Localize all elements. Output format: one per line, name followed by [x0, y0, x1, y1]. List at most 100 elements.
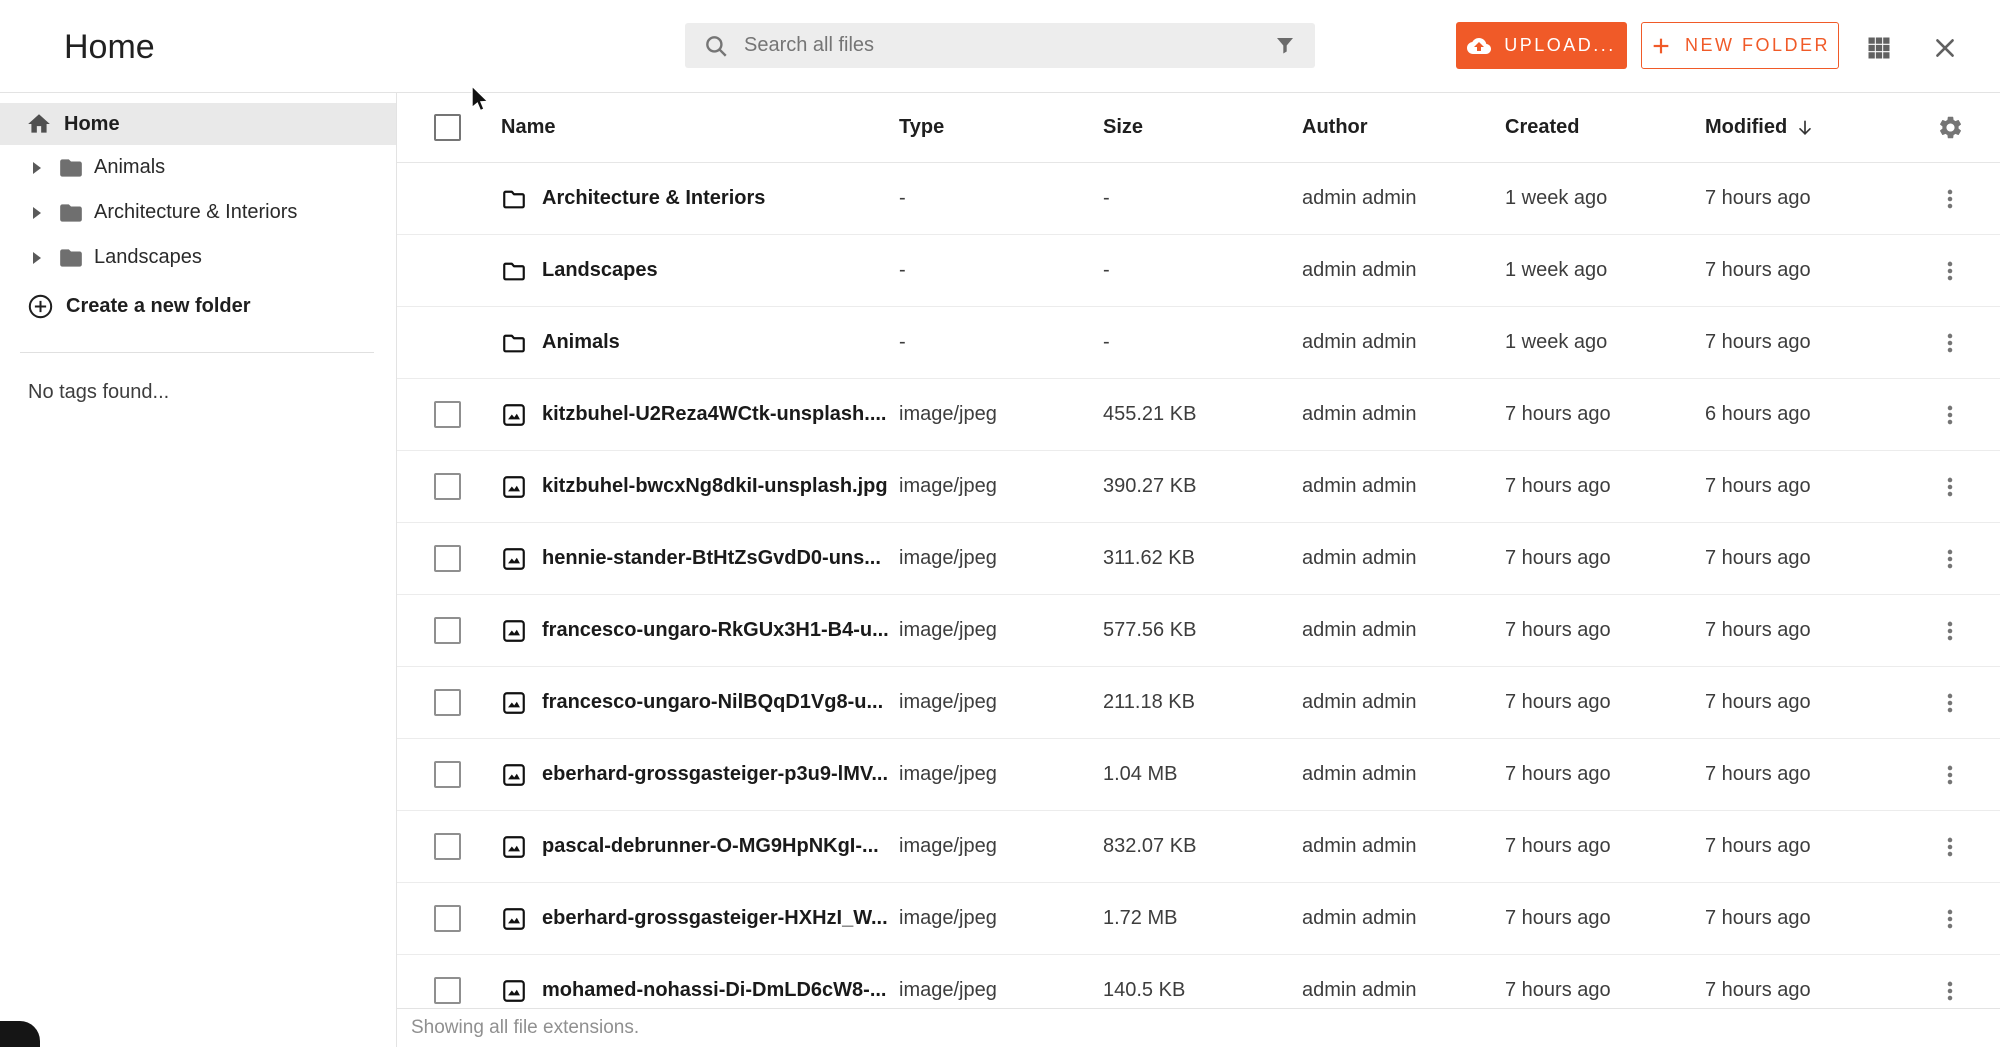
- row-menu-kebab-icon[interactable]: [1937, 834, 1963, 860]
- row-checkbox[interactable]: [434, 545, 461, 572]
- image-file-icon: [501, 978, 527, 1004]
- row-modified: 7 hours ago: [1705, 259, 1900, 282]
- table-row[interactable]: hennie-stander-BtHtZsGvdD0-uns... image/…: [397, 523, 2000, 595]
- table-row[interactable]: eberhard-grossgasteiger-HXHzI_W... image…: [397, 883, 2000, 955]
- grid-view-icon[interactable]: [1864, 33, 1894, 63]
- row-checkbox[interactable]: [434, 401, 461, 428]
- row-size: 311.62 KB: [1103, 547, 1302, 570]
- row-name[interactable]: eberhard-grossgasteiger-p3u9-lMV...: [542, 763, 888, 786]
- column-header-type[interactable]: Type: [899, 116, 1103, 139]
- table-row[interactable]: Landscapes - - admin admin 1 week ago 7 …: [397, 235, 2000, 307]
- upload-button[interactable]: UPLOAD...: [1456, 22, 1627, 69]
- row-checkbox[interactable]: [434, 617, 461, 644]
- search-icon: [703, 33, 729, 59]
- folder-icon: [58, 200, 84, 226]
- row-created: 7 hours ago: [1505, 691, 1705, 714]
- row-name[interactable]: pascal-debrunner-O-MG9HpNKgI-...: [542, 835, 879, 858]
- row-type: -: [899, 259, 1103, 282]
- select-all-checkbox[interactable]: [434, 114, 461, 141]
- table-settings-gear-icon[interactable]: [1900, 114, 2000, 141]
- chevron-right-icon[interactable]: [30, 250, 44, 266]
- table-row[interactable]: francesco-ungaro-NilBQqD1Vg8-u... image/…: [397, 667, 2000, 739]
- row-menu-kebab-icon[interactable]: [1937, 978, 1963, 1004]
- row-name[interactable]: Animals: [542, 331, 620, 354]
- sort-descending-icon: [1795, 118, 1815, 138]
- create-folder-button[interactable]: Create a new folder: [0, 284, 396, 329]
- search-bar[interactable]: [685, 23, 1315, 68]
- row-modified: 7 hours ago: [1705, 475, 1900, 498]
- row-menu-kebab-icon[interactable]: [1937, 690, 1963, 716]
- cloud-upload-icon: [1467, 34, 1491, 58]
- row-menu-kebab-icon[interactable]: [1937, 258, 1963, 284]
- table-header-row: Name Type Size Author Created Modified: [397, 93, 2000, 163]
- row-menu-kebab-icon[interactable]: [1937, 474, 1963, 500]
- table-row[interactable]: francesco-ungaro-RkGUx3H1-B4-u... image/…: [397, 595, 2000, 667]
- row-name[interactable]: francesco-ungaro-NilBQqD1Vg8-u...: [542, 691, 883, 714]
- image-file-icon: [501, 474, 527, 500]
- row-size: 140.5 KB: [1103, 979, 1302, 1002]
- row-checkbox[interactable]: [434, 761, 461, 788]
- row-menu-kebab-icon[interactable]: [1937, 906, 1963, 932]
- chevron-right-icon[interactable]: [30, 160, 44, 176]
- sidebar-item-architecture-interiors[interactable]: Architecture & Interiors: [0, 190, 396, 235]
- row-author: admin admin: [1302, 331, 1505, 354]
- new-folder-button[interactable]: NEW FOLDER: [1641, 22, 1839, 69]
- row-modified: 7 hours ago: [1705, 835, 1900, 858]
- row-name[interactable]: eberhard-grossgasteiger-HXHzI_W...: [542, 907, 888, 930]
- image-file-icon: [501, 618, 527, 644]
- table-row[interactable]: kitzbuhel-U2Reza4WCtk-unsplash.... image…: [397, 379, 2000, 451]
- row-name[interactable]: hennie-stander-BtHtZsGvdD0-uns...: [542, 547, 881, 570]
- home-icon: [26, 111, 52, 137]
- sidebar: Home Animals Architecture & Interiors: [0, 93, 397, 1047]
- row-size: -: [1103, 259, 1302, 282]
- row-menu-kebab-icon[interactable]: [1937, 618, 1963, 644]
- column-header-size[interactable]: Size: [1103, 116, 1302, 139]
- column-header-name[interactable]: Name: [501, 116, 899, 139]
- column-header-author[interactable]: Author: [1302, 116, 1505, 139]
- table-row[interactable]: Architecture & Interiors - - admin admin…: [397, 163, 2000, 235]
- row-name[interactable]: francesco-ungaro-RkGUx3H1-B4-u...: [542, 619, 889, 642]
- row-created: 7 hours ago: [1505, 475, 1705, 498]
- table-row[interactable]: kitzbuhel-bwcxNg8dkiI-unsplash.jpg image…: [397, 451, 2000, 523]
- sidebar-item-home[interactable]: Home: [0, 103, 396, 145]
- table-row[interactable]: Animals - - admin admin 1 week ago 7 hou…: [397, 307, 2000, 379]
- row-checkbox[interactable]: [434, 977, 461, 1004]
- row-menu-kebab-icon[interactable]: [1937, 762, 1963, 788]
- row-name[interactable]: Architecture & Interiors: [542, 187, 765, 210]
- row-author: admin admin: [1302, 835, 1505, 858]
- column-header-created[interactable]: Created: [1505, 116, 1705, 139]
- chevron-right-icon[interactable]: [30, 205, 44, 221]
- row-checkbox[interactable]: [434, 689, 461, 716]
- filter-icon[interactable]: [1273, 34, 1297, 58]
- sidebar-item-animals[interactable]: Animals: [0, 145, 396, 190]
- close-icon[interactable]: [1930, 33, 1960, 63]
- row-size: 455.21 KB: [1103, 403, 1302, 426]
- row-menu-kebab-icon[interactable]: [1937, 546, 1963, 572]
- column-header-modified[interactable]: Modified: [1705, 116, 1900, 139]
- row-size: 577.56 KB: [1103, 619, 1302, 642]
- row-checkbox[interactable]: [434, 473, 461, 500]
- row-created: 1 week ago: [1505, 259, 1705, 282]
- table-row[interactable]: eberhard-grossgasteiger-p3u9-lMV... imag…: [397, 739, 2000, 811]
- row-menu-kebab-icon[interactable]: [1937, 402, 1963, 428]
- row-menu-kebab-icon[interactable]: [1937, 330, 1963, 356]
- row-menu-kebab-icon[interactable]: [1937, 186, 1963, 212]
- row-type: image/jpeg: [899, 979, 1103, 1002]
- sidebar-item-landscapes[interactable]: Landscapes: [0, 235, 396, 280]
- file-list-panel: Name Type Size Author Created Modified: [397, 93, 2000, 1047]
- row-type: -: [899, 331, 1103, 354]
- row-name[interactable]: mohamed-nohassi-Di-DmLD6cW8-...: [542, 979, 886, 1002]
- list-footer: Showing all file extensions.: [397, 1008, 2000, 1047]
- row-checkbox[interactable]: [434, 905, 461, 932]
- row-modified: 7 hours ago: [1705, 763, 1900, 786]
- page-title: Home: [64, 28, 155, 67]
- folder-icon: [58, 245, 84, 271]
- row-name[interactable]: kitzbuhel-U2Reza4WCtk-unsplash....: [542, 403, 887, 426]
- row-author: admin admin: [1302, 619, 1505, 642]
- row-name[interactable]: Landscapes: [542, 259, 658, 282]
- row-name[interactable]: kitzbuhel-bwcxNg8dkiI-unsplash.jpg: [542, 475, 888, 498]
- search-input[interactable]: [744, 34, 1273, 57]
- row-author: admin admin: [1302, 763, 1505, 786]
- table-row[interactable]: pascal-debrunner-O-MG9HpNKgI-... image/j…: [397, 811, 2000, 883]
- row-checkbox[interactable]: [434, 833, 461, 860]
